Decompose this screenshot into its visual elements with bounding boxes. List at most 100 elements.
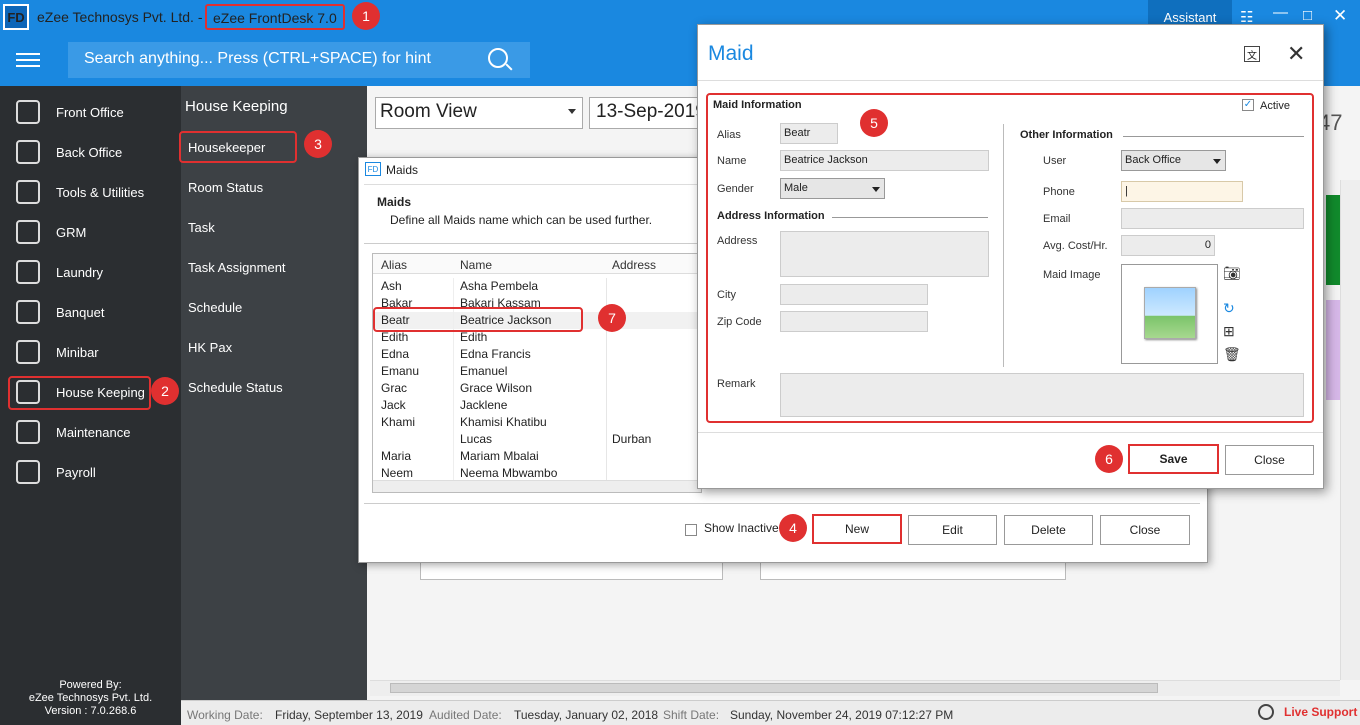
cell-alias: Ash	[381, 279, 402, 293]
remark-textarea[interactable]	[780, 373, 1304, 417]
cell-name: Khamisi Khatibu	[460, 415, 547, 429]
table-row[interactable]: Maria Mariam Mbalai	[373, 448, 701, 465]
name-input[interactable]: Beatrice Jackson	[780, 150, 989, 171]
table-row[interactable]: Edna Edna Francis	[373, 346, 701, 363]
gender-select[interactable]: Male	[780, 178, 885, 199]
close-window-icon[interactable]: ✕	[1333, 6, 1347, 26]
edit-button[interactable]: Edit	[908, 515, 997, 545]
divider	[698, 80, 1323, 81]
address-textarea[interactable]	[780, 231, 989, 277]
save-button[interactable]: Save	[1128, 444, 1219, 474]
scrollbar-thumb[interactable]	[390, 683, 1158, 693]
city-input[interactable]	[780, 284, 928, 305]
live-support-link[interactable]: Live Support	[1284, 705, 1357, 719]
sub-nav-item-task-assignment[interactable]: Task Assignment	[188, 260, 286, 275]
nav-item-maintenance[interactable]: Maintenance	[0, 412, 181, 452]
address-label: Address	[717, 235, 758, 247]
bell-icon	[16, 100, 40, 124]
sub-nav-item-schedule-status[interactable]: Schedule Status	[188, 380, 283, 395]
column-divider	[453, 431, 454, 448]
nav-item-payroll[interactable]: Payroll	[0, 452, 181, 492]
minimize-icon[interactable]: —	[1273, 4, 1288, 21]
column-divider	[606, 278, 607, 295]
user-select[interactable]: Back Office	[1121, 150, 1226, 171]
cell-alias: Neem	[381, 466, 414, 480]
sub-nav-item-hk-pax[interactable]: HK Pax	[188, 340, 232, 355]
room-card[interactable]	[760, 560, 1066, 580]
grid-hscroll[interactable]	[373, 480, 701, 492]
nav-item-tools-utilities[interactable]: Tools & Utilities	[0, 172, 181, 212]
cell-name: Edna Francis	[460, 347, 531, 361]
marker-4: 4	[779, 514, 807, 542]
vertical-scrollbar[interactable]	[1340, 180, 1360, 680]
chevron-down-icon[interactable]	[568, 109, 576, 114]
cell-alias: Jack	[381, 398, 406, 412]
room-tile-green[interactable]	[1326, 195, 1340, 285]
column-divider	[606, 380, 607, 397]
active-checkbox[interactable]: ✓	[1242, 99, 1254, 111]
zip-input[interactable]	[780, 311, 928, 332]
refresh-icon[interactable]: ↻	[1223, 300, 1235, 317]
table-row[interactable]: Emanu Emanuel	[373, 363, 701, 380]
remark-label: Remark	[717, 378, 756, 390]
sub-nav-item-room-status[interactable]: Room Status	[188, 180, 263, 195]
sub-nav-item-schedule[interactable]: Schedule	[188, 300, 242, 315]
nav-item-label: Banquet	[56, 304, 105, 320]
col-name[interactable]: Name	[460, 258, 492, 272]
powered-by-line: Powered By:	[59, 679, 122, 691]
date-picker[interactable]: 13-Sep-2019	[589, 97, 699, 129]
camera-icon[interactable]: 📷︎	[1223, 265, 1241, 282]
search-icon[interactable]	[488, 48, 508, 68]
payroll-icon	[16, 460, 40, 484]
maids-close-button[interactable]: Close	[1100, 515, 1190, 545]
table-row[interactable]: Grac Grace Wilson	[373, 380, 701, 397]
search-input[interactable]: Search anything... Press (CTRL+SPACE) fo…	[68, 42, 530, 78]
close-icon[interactable]: ✕	[1287, 41, 1305, 67]
hamburger-menu-icon[interactable]	[16, 53, 40, 67]
marker-5: 5	[860, 109, 888, 137]
delete-button[interactable]: Delete	[1004, 515, 1093, 545]
table-row[interactable]: Ash Asha Pembela	[373, 278, 701, 295]
nav-item-front-office[interactable]: Front Office	[0, 92, 181, 132]
marker-7: 7	[598, 304, 626, 332]
cost-input[interactable]: 0	[1121, 235, 1215, 256]
maids-heading: Maids	[377, 195, 412, 209]
translate-icon[interactable]: 文	[1244, 46, 1260, 62]
headset-icon[interactable]	[1258, 704, 1274, 720]
maid-dialog-title: Maid	[708, 42, 754, 65]
marker-6: 6	[1095, 445, 1123, 473]
room-card[interactable]	[420, 560, 723, 580]
phone-input[interactable]: |	[1121, 181, 1243, 202]
cell-name: Mariam Mbalai	[460, 449, 539, 463]
maintenance-icon	[16, 420, 40, 444]
delete-icon[interactable]: 🗑︎	[1223, 346, 1241, 363]
email-input[interactable]	[1121, 208, 1304, 229]
audited-date-value: Tuesday, January 02, 2018	[514, 708, 659, 722]
nav-item-banquet[interactable]: Banquet	[0, 292, 181, 332]
cell-name: Grace Wilson	[460, 381, 533, 395]
maximize-icon[interactable]: □	[1303, 7, 1312, 24]
show-inactive-checkbox[interactable]	[685, 524, 697, 536]
nav-item-back-office[interactable]: Back Office	[0, 132, 181, 172]
alias-input[interactable]: Beatr	[780, 123, 838, 144]
sub-nav-item-task[interactable]: Task	[188, 220, 215, 235]
table-row[interactable]: Lucas Durban	[373, 431, 701, 448]
col-alias[interactable]: Alias	[381, 258, 407, 272]
dialog-close-button[interactable]: Close	[1225, 445, 1314, 475]
room-tile-purple[interactable]	[1326, 300, 1340, 400]
nav-item-laundry[interactable]: Laundry	[0, 252, 181, 292]
user-label: User	[1043, 155, 1067, 167]
divider	[832, 217, 988, 218]
powered-by: Powered By: eZee Technosys Pvt. Ltd. Ver…	[0, 679, 181, 718]
table-row[interactable]: Khami Khamisi Khatibu	[373, 414, 701, 431]
col-address[interactable]: Address	[612, 258, 656, 272]
view-select[interactable]: Room View	[375, 97, 583, 129]
nav-item-minibar[interactable]: Minibar	[0, 332, 181, 372]
nav-item-label: Laundry	[56, 264, 103, 280]
nav-item-grm[interactable]: GRM	[0, 212, 181, 252]
add-image-icon[interactable]: ⊞	[1223, 323, 1235, 340]
table-row[interactable]: Jack Jacklene	[373, 397, 701, 414]
address-info-heading: Address Information	[717, 210, 825, 222]
column-divider	[606, 448, 607, 465]
new-button[interactable]: New	[812, 514, 902, 544]
